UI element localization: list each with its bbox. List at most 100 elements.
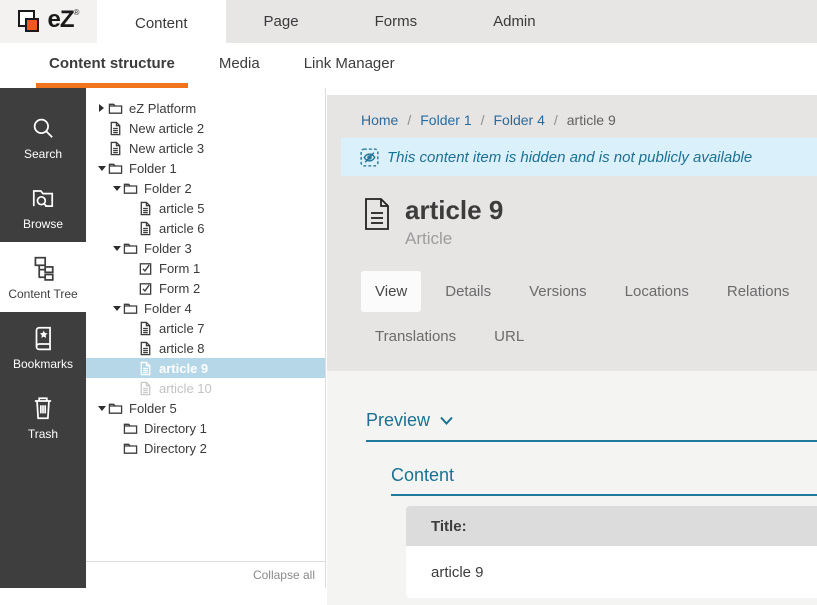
tree-item-article-6[interactable]: article 6 bbox=[86, 218, 325, 238]
tree-item-article-5[interactable]: article 5 bbox=[86, 198, 325, 218]
tree-item-label: article 9 bbox=[159, 361, 208, 376]
tree-item-label: article 6 bbox=[159, 221, 205, 236]
tree-item-folder-1[interactable]: Folder 1 bbox=[86, 158, 325, 178]
breadcrumb-separator: / bbox=[407, 112, 411, 128]
tab-versions[interactable]: Versions bbox=[515, 271, 601, 312]
preview-section-toggle[interactable]: Preview bbox=[366, 410, 817, 442]
sidebar-item-label: Bookmarks bbox=[13, 357, 73, 371]
sidebar-item-content-tree[interactable]: Content Tree bbox=[0, 242, 86, 312]
top-nav: ContentPageFormsAdmin bbox=[97, 0, 574, 47]
tree-item-label: article 7 bbox=[159, 321, 205, 336]
tab-relations[interactable]: Relations bbox=[713, 271, 804, 312]
trash-icon bbox=[30, 395, 56, 421]
field-value: article 9 bbox=[406, 546, 817, 598]
top-tab-content[interactable]: Content bbox=[97, 0, 226, 47]
tree-item-label: New article 2 bbox=[129, 121, 204, 136]
title-block: article 9 Article bbox=[327, 176, 817, 249]
tab-details[interactable]: Details bbox=[431, 271, 505, 312]
tree-item-directory-1[interactable]: Directory 1 bbox=[86, 418, 325, 438]
collapse-arrow-icon[interactable] bbox=[95, 166, 108, 171]
collapse-arrow-icon[interactable] bbox=[110, 246, 123, 251]
tree-item-label: Folder 2 bbox=[144, 181, 192, 196]
tree-item-label: Form 1 bbox=[159, 261, 200, 276]
collapse-all-button[interactable]: Collapse all bbox=[86, 561, 325, 588]
registered-mark: ® bbox=[74, 8, 80, 17]
tree-item-form-1[interactable]: Form 1 bbox=[86, 258, 325, 278]
tree-item-label: article 10 bbox=[159, 381, 212, 396]
breadcrumb: Home/Folder 1/Folder 4/article 9 bbox=[327, 95, 817, 138]
content-type-label: Article bbox=[405, 229, 503, 249]
article-icon bbox=[138, 361, 153, 376]
sidebar-item-label: Browse bbox=[23, 217, 63, 231]
tree-item-new-article-3[interactable]: New article 3 bbox=[86, 138, 325, 158]
subnav-tab-content-structure[interactable]: Content structure bbox=[36, 43, 188, 88]
subnav-tab-media[interactable]: Media bbox=[206, 43, 273, 88]
view-tab-body: Preview Content Title: article 9 bbox=[327, 371, 817, 605]
breadcrumb-item-folder-1[interactable]: Folder 1 bbox=[420, 112, 471, 128]
tree-item-label: Folder 5 bbox=[129, 401, 177, 416]
collapse-arrow-icon[interactable] bbox=[95, 406, 108, 411]
tab-translations[interactable]: Translations bbox=[361, 316, 470, 357]
collapse-arrow-icon[interactable] bbox=[110, 186, 123, 191]
folder-icon bbox=[123, 241, 138, 256]
search-icon bbox=[30, 115, 56, 141]
folder-icon bbox=[108, 401, 123, 416]
breadcrumb-separator: / bbox=[554, 112, 558, 128]
tab-locations[interactable]: Locations bbox=[611, 271, 703, 312]
field-name: Title: bbox=[406, 506, 817, 546]
tree-item-label: eZ Platform bbox=[129, 101, 196, 116]
content-section-label: Content bbox=[391, 465, 454, 486]
sidebar-item-trash[interactable]: Trash bbox=[0, 382, 86, 452]
tree-item-directory-2[interactable]: Directory 2 bbox=[86, 438, 325, 458]
breadcrumb-item-home[interactable]: Home bbox=[361, 112, 398, 128]
tree-item-label: Folder 1 bbox=[129, 161, 177, 176]
tree-item-label: Folder 4 bbox=[144, 301, 192, 316]
sidebar-item-search[interactable]: Search bbox=[0, 102, 86, 172]
content-tree-panel: eZ Platform New article 2 New article 3 Fol… bbox=[86, 88, 326, 588]
left-sidebar: Search Browse Content Tree Bookmarks Trash bbox=[0, 88, 86, 588]
expand-arrow-icon[interactable] bbox=[95, 104, 108, 112]
breadcrumb-item-article-9: article 9 bbox=[567, 112, 616, 128]
browse-icon bbox=[30, 185, 56, 211]
content-header-block: Home/Folder 1/Folder 4/article 9 This co… bbox=[327, 95, 817, 371]
collapse-arrow-icon[interactable] bbox=[110, 306, 123, 311]
sidebar-item-label: Trash bbox=[28, 427, 58, 441]
app-logo[interactable]: eZ ® bbox=[0, 0, 97, 43]
tree-item-article-9[interactable]: article 9 bbox=[86, 358, 325, 378]
tree-item-folder-3[interactable]: Folder 3 bbox=[86, 238, 325, 258]
tab-url[interactable]: URL bbox=[480, 316, 538, 357]
tree-item-article-10[interactable]: article 10 bbox=[86, 378, 325, 398]
tree-item-folder-4[interactable]: Folder 4 bbox=[86, 298, 325, 318]
tree-item-label: New article 3 bbox=[129, 141, 204, 156]
main-content: Home/Folder 1/Folder 4/article 9 This co… bbox=[327, 95, 817, 588]
article-icon bbox=[108, 141, 123, 156]
tree-item-folder-2[interactable]: Folder 2 bbox=[86, 178, 325, 198]
content-tree-icon bbox=[30, 255, 56, 281]
article-icon bbox=[138, 221, 153, 236]
sidebar-item-bookmarks[interactable]: Bookmarks bbox=[0, 312, 86, 382]
folder-icon bbox=[123, 301, 138, 316]
article-icon bbox=[138, 341, 153, 356]
tree-item-article-7[interactable]: article 7 bbox=[86, 318, 325, 338]
chevron-down-icon bbox=[440, 416, 453, 425]
tree-item-label: Directory 2 bbox=[144, 441, 207, 456]
logo-text: eZ bbox=[48, 7, 74, 33]
tree-item-ez-platform[interactable]: eZ Platform bbox=[86, 98, 325, 118]
breadcrumb-item-folder-4[interactable]: Folder 4 bbox=[494, 112, 545, 128]
top-tab-admin[interactable]: Admin bbox=[455, 0, 574, 43]
directory-icon bbox=[123, 441, 138, 456]
tree-item-article-8[interactable]: article 8 bbox=[86, 338, 325, 358]
sidebar-item-label: Content Tree bbox=[8, 287, 77, 301]
tree-item-folder-5[interactable]: Folder 5 bbox=[86, 398, 325, 418]
tree-item-label: article 8 bbox=[159, 341, 205, 356]
notice-text: This content item is hidden and is not p… bbox=[387, 149, 752, 166]
subnav-tab-link-manager[interactable]: Link Manager bbox=[291, 43, 408, 88]
tree-item-label: Form 2 bbox=[159, 281, 200, 296]
tree-item-new-article-2[interactable]: New article 2 bbox=[86, 118, 325, 138]
tab-view[interactable]: View bbox=[361, 271, 421, 312]
top-tab-forms[interactable]: Forms bbox=[337, 0, 456, 43]
sidebar-item-browse[interactable]: Browse bbox=[0, 172, 86, 242]
sidebar-item-label: Search bbox=[24, 147, 62, 161]
top-tab-page[interactable]: Page bbox=[226, 0, 337, 43]
tree-item-form-2[interactable]: Form 2 bbox=[86, 278, 325, 298]
